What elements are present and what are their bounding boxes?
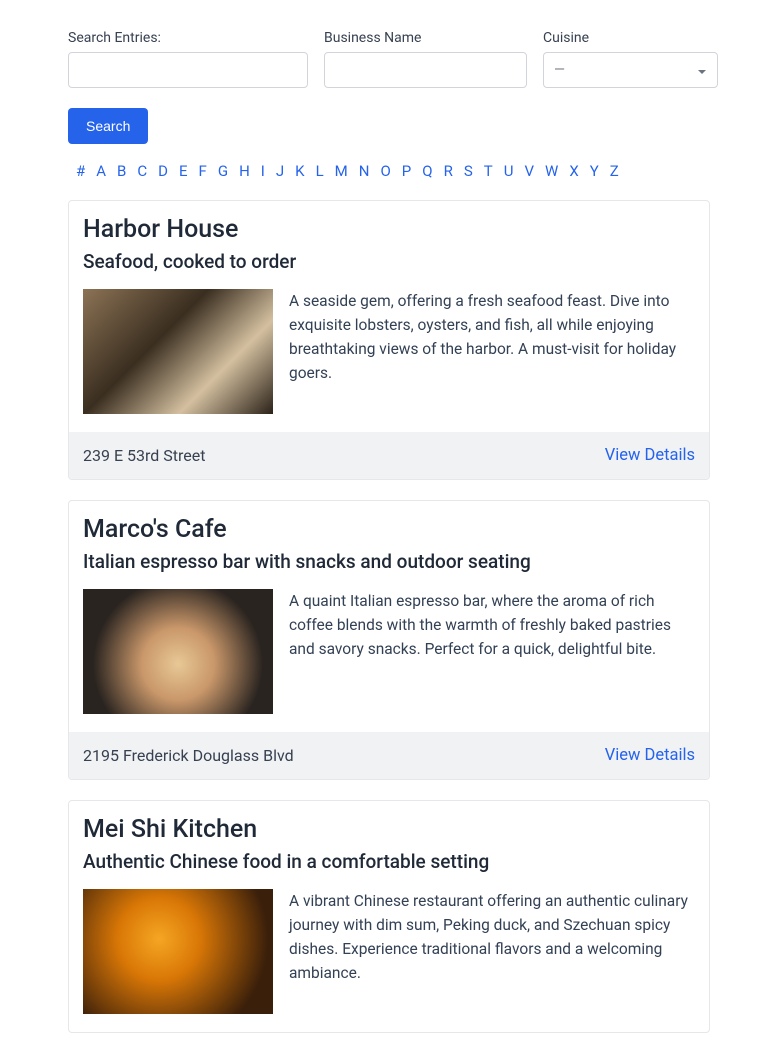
listing-card: Harbor House Seafood, cooked to order A se… xyxy=(68,200,710,480)
search-button[interactable]: Search xyxy=(68,108,148,144)
alpha-link-hash[interactable]: # xyxy=(76,162,85,180)
alpha-link-p[interactable]: P xyxy=(402,162,411,180)
listing-body: Harbor House Seafood, cooked to order A se… xyxy=(69,201,709,432)
alpha-link-q[interactable]: Q xyxy=(422,162,432,180)
alpha-link-i[interactable]: I xyxy=(261,162,265,180)
alpha-link-e[interactable]: E xyxy=(179,162,188,180)
cuisine-select[interactable]: — xyxy=(543,52,718,88)
listing-description: A quaint Italian espresso bar, where the… xyxy=(289,589,695,714)
chevron-down-icon xyxy=(697,65,707,75)
alpha-link-z[interactable]: Z xyxy=(610,162,619,180)
listing-image xyxy=(83,889,273,1014)
alpha-link-b[interactable]: B xyxy=(117,162,126,180)
business-name-label: Business Name xyxy=(324,30,527,46)
listing-address: 2195 Frederick Douglass Blvd xyxy=(83,746,294,765)
listing-body: Marco's Cafe Italian espresso bar with sn… xyxy=(69,501,709,732)
listing-content: A seaside gem, offering a fresh seafood … xyxy=(83,289,695,414)
alpha-link-s[interactable]: S xyxy=(464,162,473,180)
listing-address: 239 E 53rd Street xyxy=(83,446,205,465)
alpha-link-v[interactable]: V xyxy=(524,162,534,180)
alpha-link-w[interactable]: W xyxy=(545,162,558,180)
listing-footer: 2195 Frederick Douglass Blvd View Details xyxy=(69,732,709,779)
alpha-link-x[interactable]: X xyxy=(569,162,578,180)
listing-title: Harbor House xyxy=(83,215,695,244)
listing-content: A vibrant Chinese restaurant offering an… xyxy=(83,889,695,1014)
alpha-link-u[interactable]: U xyxy=(504,162,514,180)
listing-footer: 239 E 53rd Street View Details xyxy=(69,432,709,479)
cuisine-label: Cuisine xyxy=(543,30,718,46)
listing-content: A quaint Italian espresso bar, where the… xyxy=(83,589,695,714)
alpha-link-r[interactable]: R xyxy=(444,162,453,180)
listing-title: Marco's Cafe xyxy=(83,515,695,544)
alpha-link-t[interactable]: T xyxy=(484,162,493,180)
listing-description: A seaside gem, offering a fresh seafood … xyxy=(289,289,695,414)
alpha-link-a[interactable]: A xyxy=(96,162,106,180)
alpha-link-k[interactable]: K xyxy=(295,162,304,180)
listing-tagline: Authentic Chinese food in a comfortable … xyxy=(83,850,695,873)
alpha-link-h[interactable]: H xyxy=(239,162,250,180)
search-entries-input[interactable] xyxy=(68,52,308,88)
cuisine-selected-value: — xyxy=(554,62,565,78)
search-entries-label: Search Entries: xyxy=(68,30,308,46)
cuisine-field: Cuisine — xyxy=(543,30,718,88)
listing-card: Marco's Cafe Italian espresso bar with sn… xyxy=(68,500,710,780)
listings-container: Harbor House Seafood, cooked to order A se… xyxy=(68,200,710,1033)
listing-body: Mei Shi Kitchen Authentic Chinese food in… xyxy=(69,801,709,1032)
alpha-link-g[interactable]: G xyxy=(218,162,228,180)
alpha-link-f[interactable]: F xyxy=(199,162,207,180)
alpha-link-j[interactable]: J xyxy=(276,162,284,180)
business-name-field: Business Name xyxy=(324,30,527,88)
search-entries-field: Search Entries: xyxy=(68,30,308,88)
listing-card: Mei Shi Kitchen Authentic Chinese food in… xyxy=(68,800,710,1033)
listing-title: Mei Shi Kitchen xyxy=(83,815,695,844)
search-form: Search Entries: Business Name Cuisine — xyxy=(68,30,710,88)
alpha-link-n[interactable]: N xyxy=(359,162,370,180)
listing-image xyxy=(83,289,273,414)
listing-description: A vibrant Chinese restaurant offering an… xyxy=(289,889,695,1014)
view-details-link[interactable]: View Details xyxy=(605,446,695,465)
alpha-link-m[interactable]: M xyxy=(335,162,348,180)
alpha-link-c[interactable]: C xyxy=(137,162,147,180)
listing-tagline: Seafood, cooked to order xyxy=(83,250,695,273)
alphabet-nav: # ABCDEFGHIJKLMNOPQRSTUVWXYZ xyxy=(68,162,710,180)
business-name-input[interactable] xyxy=(324,52,527,88)
alpha-link-l[interactable]: L xyxy=(316,162,324,180)
alpha-link-y[interactable]: Y xyxy=(590,162,599,180)
alpha-link-o[interactable]: O xyxy=(380,162,390,180)
listing-tagline: Italian espresso bar with snacks and out… xyxy=(83,550,695,573)
view-details-link[interactable]: View Details xyxy=(605,746,695,765)
alpha-link-d[interactable]: D xyxy=(158,162,168,180)
listing-image xyxy=(83,589,273,714)
